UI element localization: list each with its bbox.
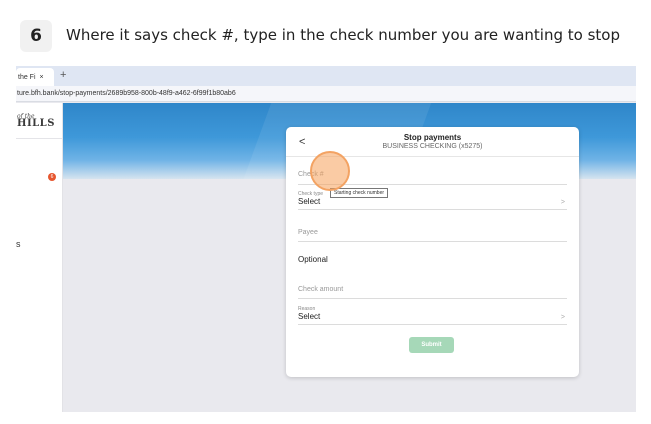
chevron-right-icon: >: [560, 314, 565, 321]
payee-field[interactable]: Payee: [298, 229, 567, 242]
notification-badge[interactable]: 6: [48, 173, 56, 181]
check-amount-placeholder: Check amount: [298, 286, 344, 293]
sidebar-item-label[interactable]: s: [16, 239, 21, 249]
sidebar: of the HILLS 6 s: [16, 103, 63, 412]
card-title: Stop payments: [403, 133, 462, 142]
payee-placeholder: Payee: [298, 229, 318, 236]
click-highlight-marker: [310, 151, 350, 191]
new-tab-icon[interactable]: +: [60, 69, 66, 81]
brand-logo[interactable]: HILLS: [17, 118, 55, 129]
screenshot-frame: the Fi × + ture.bfh.bank/stop-payments/2…: [16, 66, 636, 412]
check-type-value: Select: [298, 197, 321, 206]
reason-value: Select: [298, 312, 321, 321]
submit-button[interactable]: Submit: [409, 337, 454, 353]
browser-tab[interactable]: the Fi ×: [16, 68, 54, 86]
reason-select[interactable]: Reason Select >: [298, 306, 567, 325]
browser-tab-label: the Fi: [18, 73, 36, 81]
step-number-badge: 6: [20, 20, 52, 52]
sidebar-divider: [16, 138, 62, 139]
optional-label: Optional: [298, 255, 328, 264]
check-amount-field[interactable]: Check amount: [298, 286, 567, 299]
address-bar[interactable]: ture.bfh.bank/stop-payments/2689b958-800…: [16, 86, 636, 102]
card-subtitle: BUSINESS CHECKING (x5275): [382, 143, 483, 150]
chevron-right-icon: >: [560, 199, 565, 206]
tooltip: Starting check number: [330, 188, 389, 198]
step-instruction: Where it says check #, type in the check…: [66, 26, 620, 44]
browser-tabbar: the Fi × +: [16, 66, 636, 86]
optional-section: Optional: [298, 255, 567, 269]
step-header: 6 Where it says check #, type in the che…: [0, 0, 651, 66]
close-icon[interactable]: ×: [40, 74, 44, 81]
